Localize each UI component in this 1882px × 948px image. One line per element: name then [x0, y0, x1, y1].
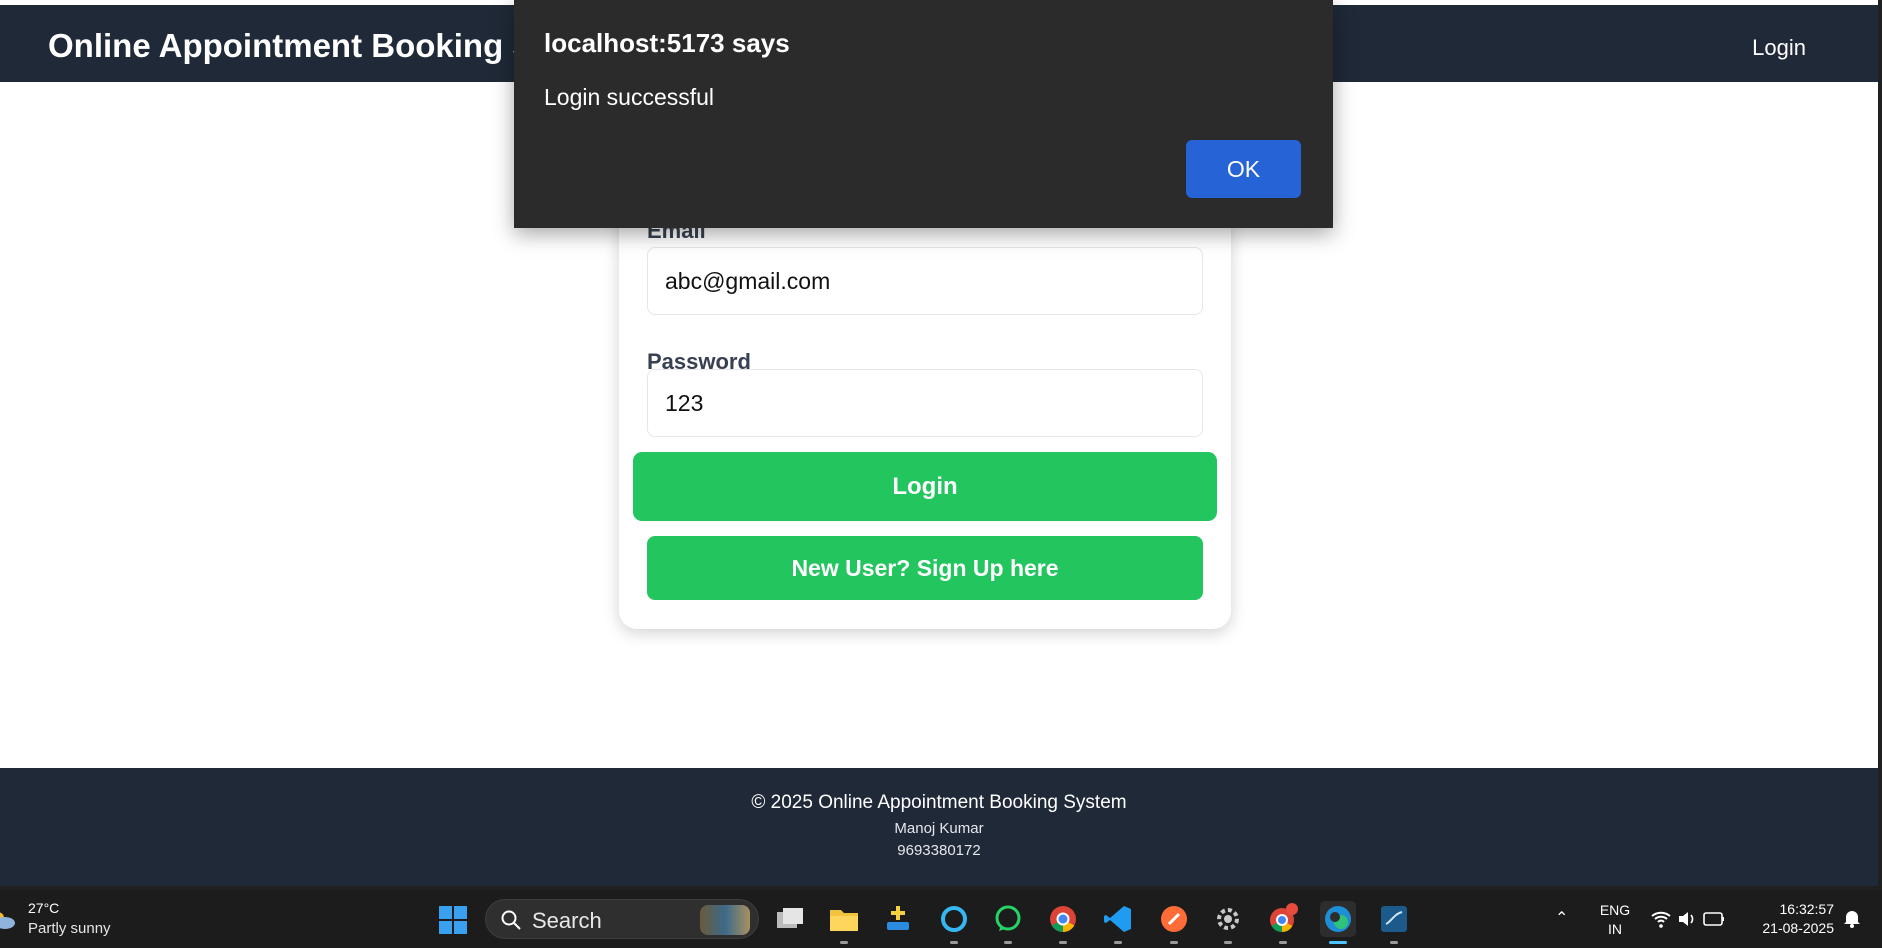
- taskbar: 27°C Partly sunny Search ⌃ ENG IN 16:32:…: [0, 890, 1882, 948]
- weather-description: Partly sunny: [28, 920, 111, 937]
- password-field[interactable]: 123: [647, 369, 1203, 437]
- alert-dialog: localhost:5173 says Login successful OK: [514, 0, 1333, 228]
- search-icon: [501, 910, 521, 930]
- footer-copyright: © 2025 Online Appointment Booking System: [751, 792, 1127, 813]
- login-button[interactable]: Login: [633, 452, 1217, 521]
- dialog-ok-button[interactable]: OK: [1186, 140, 1301, 198]
- chrome-icon[interactable]: [1045, 901, 1081, 944]
- weather-temperature: 27°C: [28, 900, 60, 916]
- chrome-profile-icon[interactable]: [1265, 901, 1301, 944]
- mysql-workbench-icon[interactable]: [1376, 901, 1412, 944]
- clock-date: 21-08-2025: [1762, 920, 1834, 936]
- task-view-icon[interactable]: [772, 901, 808, 937]
- settings-gear-icon[interactable]: [1210, 901, 1246, 944]
- email-field[interactable]: abc@gmail.com: [647, 247, 1203, 315]
- footer-author: Manoj Kumar: [894, 820, 984, 837]
- search-placeholder: Search: [532, 908, 602, 933]
- language-indicator[interactable]: ENG IN: [1598, 901, 1632, 939]
- dialog-title: localhost:5173 says: [544, 28, 790, 58]
- system-clock[interactable]: 16:32:57 21-08-2025: [1738, 900, 1834, 938]
- language-code: ENG: [1599, 902, 1631, 918]
- dialog-message: Login successful: [544, 84, 715, 110]
- region-code: IN: [1608, 921, 1622, 937]
- partly-sunny-icon: [0, 912, 15, 929]
- windows-start-icon[interactable]: [438, 905, 468, 935]
- nav-login-link[interactable]: Login: [1752, 35, 1806, 61]
- clock-time: 16:32:57: [1779, 901, 1835, 917]
- browser-viewport: Online Appointment Booking System Login …: [0, 0, 1878, 886]
- tray-status-icons[interactable]: [1650, 908, 1730, 930]
- signup-button[interactable]: New User? Sign Up here: [647, 536, 1203, 600]
- vscode-icon[interactable]: [1100, 901, 1136, 944]
- taskbar-search[interactable]: Search: [485, 899, 759, 939]
- notification-icon[interactable]: [1842, 908, 1862, 928]
- cortana-icon[interactable]: [936, 901, 972, 944]
- footer-phone: 9693380172: [897, 842, 981, 859]
- postman-icon[interactable]: [1156, 901, 1192, 944]
- app-installer-icon[interactable]: [880, 901, 916, 937]
- file-explorer-icon[interactable]: [826, 901, 862, 944]
- footer: © 2025 Online Appointment Booking System…: [0, 768, 1878, 886]
- whatsapp-icon[interactable]: [990, 901, 1026, 944]
- edge-browser-icon[interactable]: [1320, 901, 1356, 944]
- search-highlight-image: [700, 905, 750, 935]
- tray-chevron-up-icon[interactable]: ⌃: [1555, 908, 1568, 928]
